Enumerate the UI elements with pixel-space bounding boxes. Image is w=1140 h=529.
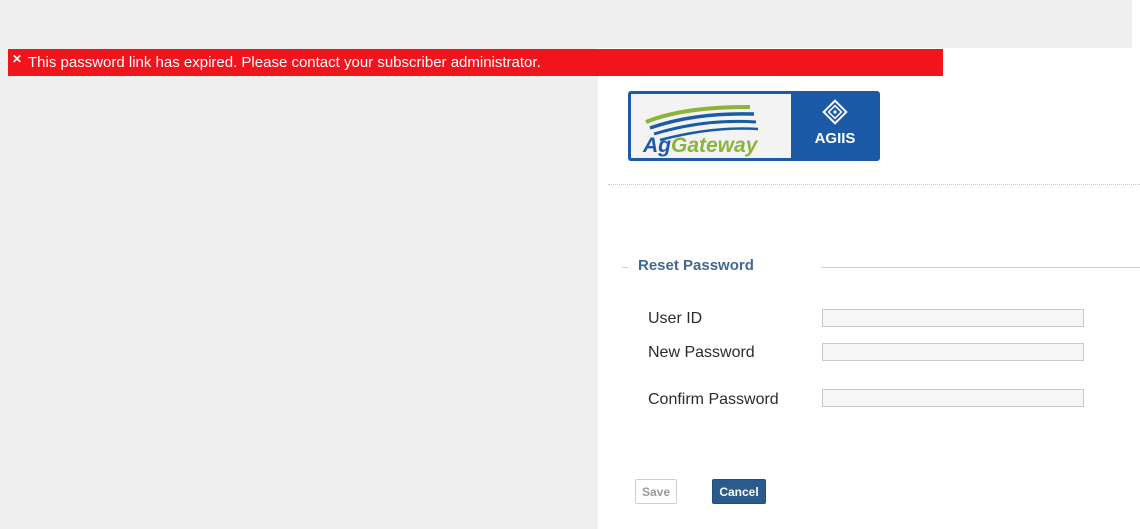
fieldset-border-left (622, 267, 628, 268)
user-id-input[interactable] (822, 309, 1084, 327)
right-edge (1132, 0, 1140, 529)
logo-agiis-text: AGIIS (815, 130, 856, 147)
logo-prefix: Ag (642, 134, 671, 157)
close-icon[interactable]: ✕ (12, 49, 24, 69)
top-strip (0, 0, 1140, 48)
logo-suffix: Gateway (671, 134, 759, 157)
page: ✕ This password link has expired. Please … (0, 0, 1140, 529)
confirm-password-input[interactable] (822, 389, 1084, 407)
new-password-label: New Password (648, 344, 755, 361)
svg-text:AgGateway: AgGateway (642, 134, 759, 157)
form-legend: Reset Password (638, 257, 754, 274)
header-divider (608, 184, 1140, 185)
new-password-input[interactable] (822, 343, 1084, 361)
cancel-button[interactable]: Cancel (712, 479, 766, 504)
fieldset-border-right (821, 267, 1140, 268)
agiis-logo: AgGateway AGIIS (628, 91, 880, 161)
error-message: This password link has expired. Please c… (28, 54, 541, 71)
error-banner: ✕ This password link has expired. Please … (8, 49, 943, 76)
left-panel (0, 48, 598, 529)
save-button[interactable]: Save (635, 479, 677, 504)
user-id-label: User ID (648, 310, 703, 327)
confirm-password-label: Confirm Password (648, 391, 779, 408)
